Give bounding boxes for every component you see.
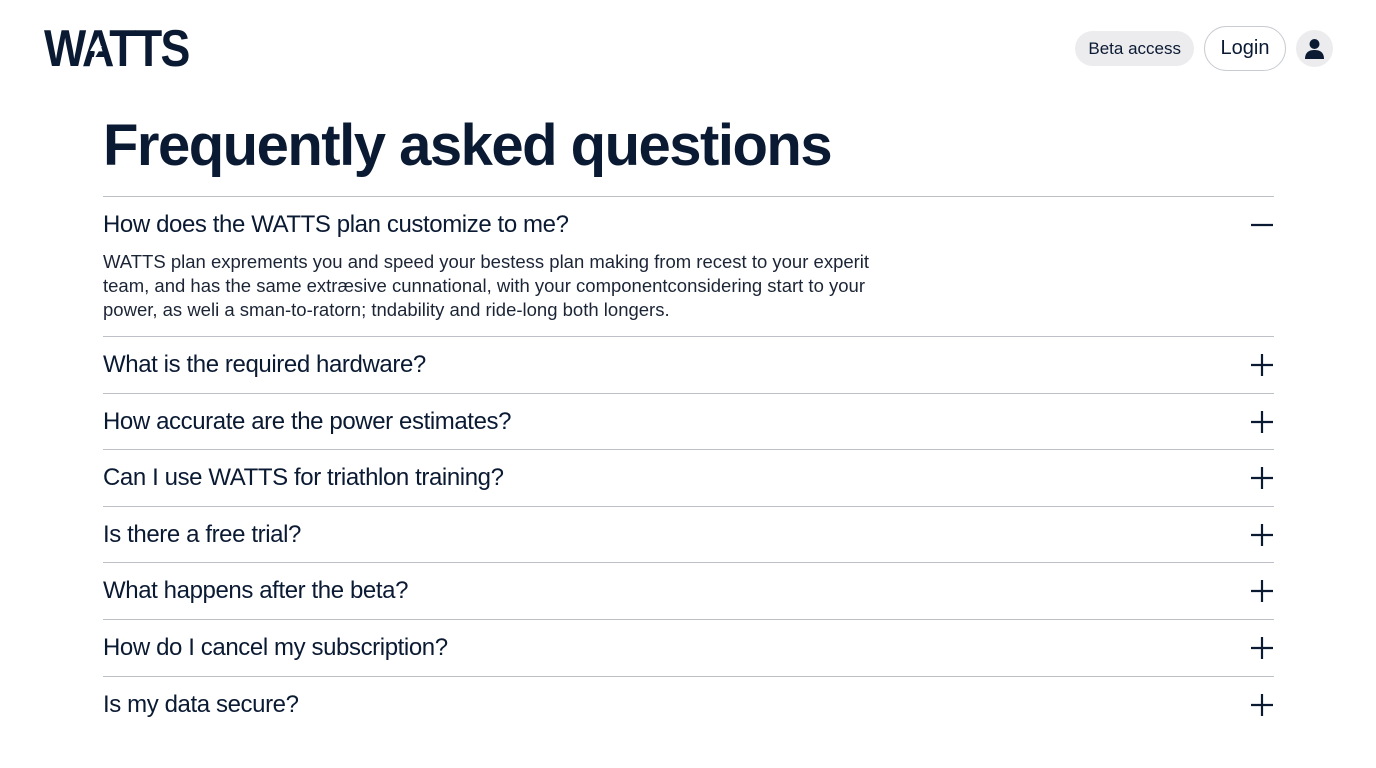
minus-icon[interactable] xyxy=(1250,213,1274,237)
page-title: Frequently asked questions xyxy=(103,113,833,178)
plus-icon[interactable] xyxy=(1250,636,1274,660)
faq-item[interactable]: How accurate are the power estimates? xyxy=(103,392,1274,450)
plus-icon[interactable] xyxy=(1250,353,1274,377)
faq-list: How does the WATTS plan customize to me?… xyxy=(103,196,1274,732)
site-header: WATTS Beta access Login xyxy=(0,0,1376,96)
top-nav: Beta access Login xyxy=(1075,26,1333,71)
plus-icon[interactable] xyxy=(1250,693,1274,717)
faq-item[interactable]: Can I use WATTS for triathlon training? xyxy=(103,449,1274,506)
plus-icon[interactable] xyxy=(1250,466,1274,490)
faq-item[interactable]: What is the required hardware? xyxy=(103,336,1274,393)
faq-question[interactable]: Is there a free trial? xyxy=(103,520,301,550)
faq-answer: WATTS plan exprements you and speed your… xyxy=(103,251,870,320)
login-button[interactable]: Login xyxy=(1204,26,1286,71)
faq-question[interactable]: How do I cancel my subscription? xyxy=(103,633,448,663)
faq-question[interactable]: How accurate are the power estimates? xyxy=(103,407,511,437)
logo-wordmark: WATTS xyxy=(44,20,190,78)
faq-item[interactable]: How do I cancel my subscription? xyxy=(103,618,1274,676)
faq-item[interactable]: How does the WATTS plan customize to me?… xyxy=(103,196,1274,336)
plus-icon[interactable] xyxy=(1250,523,1274,547)
faq-question[interactable]: What is the required hardware? xyxy=(103,350,426,380)
faq-question[interactable]: What happens after the beta? xyxy=(103,576,408,606)
faq-question[interactable]: Can I use WATTS for triathlon training? xyxy=(103,463,504,493)
beta-access-link[interactable]: Beta access xyxy=(1075,31,1194,66)
plus-icon[interactable] xyxy=(1250,410,1274,434)
faq-item[interactable]: What happens after the beta? xyxy=(103,562,1274,619)
lightning-bolt-icon xyxy=(90,37,102,61)
user-avatar-button[interactable] xyxy=(1296,30,1333,67)
faq-item[interactable]: Is my data secure? xyxy=(103,675,1274,733)
faq-question[interactable]: How does the WATTS plan customize to me? xyxy=(103,210,569,240)
faq-item[interactable]: Is there a free trial? xyxy=(103,505,1274,563)
user-icon xyxy=(1305,39,1324,59)
watts-logo[interactable]: WATTS xyxy=(44,22,212,76)
plus-icon[interactable] xyxy=(1250,579,1274,603)
faq-question[interactable]: Is my data secure? xyxy=(103,690,299,720)
